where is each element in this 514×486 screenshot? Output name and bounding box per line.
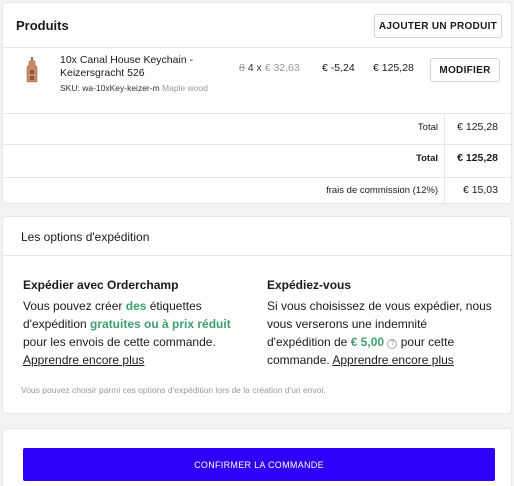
self-shipping-title: Expédiez-vous xyxy=(267,278,352,292)
modify-button[interactable]: MODIFIER xyxy=(430,58,500,82)
subtotal-label: Total xyxy=(417,122,438,133)
highlight-text: des xyxy=(125,299,147,313)
products-heading: Produits xyxy=(16,18,69,33)
divider xyxy=(3,144,511,145)
commission-label: frais de commission (12%) xyxy=(326,185,438,196)
sku-text: SKU: wa-10xKey-keizer-m xyxy=(60,83,160,93)
shipping-heading: Les options d'expédition xyxy=(21,230,150,244)
product-title: 10x Canal House Keychain - Keizersgracht… xyxy=(60,54,194,79)
products-card: Produits AJOUTER UN PRODUIT 10x Canal Ho… xyxy=(2,2,512,204)
divider xyxy=(3,177,511,178)
total-label: Total xyxy=(416,153,438,164)
quantity: 4 x xyxy=(247,62,262,74)
divider xyxy=(3,255,511,256)
product-sku: SKU: wa-10xKey-keizer-m Maple wood xyxy=(60,82,210,94)
confirm-card: CONFIRMER LA COMMANDE xyxy=(2,428,512,486)
text-part: Vous pouvez créer xyxy=(23,299,126,313)
add-product-button[interactable]: AJOUTER UN PRODUIT xyxy=(374,14,502,38)
keychain-thumbnail-icon xyxy=(26,57,38,83)
total-value: € 125,28 xyxy=(457,152,498,164)
divider xyxy=(3,47,511,48)
learn-more-link-self[interactable]: Apprendre encore plus xyxy=(332,353,453,367)
self-shipping-text: Si vous choisissez de vous expédier, nou… xyxy=(267,297,492,369)
old-quantity: 8 xyxy=(239,62,245,74)
orderchamp-shipping-title: Expédier avec Orderchamp xyxy=(23,278,179,292)
subtotal-value: € 125,28 xyxy=(457,121,498,133)
variant-text: Maple wood xyxy=(162,83,208,93)
allowance-amount: € 5,00 xyxy=(350,335,385,349)
unit-price: € 32,63 xyxy=(264,62,300,74)
shipping-note: Vous pouvez choisir parmi ces options d'… xyxy=(21,385,326,395)
learn-more-link-orderchamp[interactable]: Apprendre encore plus xyxy=(23,353,144,367)
confirm-order-button[interactable]: CONFIRMER LA COMMANDE xyxy=(23,448,495,481)
divider xyxy=(3,113,511,114)
commission-value: € 15,03 xyxy=(462,184,498,196)
quantity-cell: 8 4 x € 32,63 xyxy=(239,62,300,74)
shipping-options-card: Les options d'expédition Expédier avec O… xyxy=(2,216,512,414)
info-icon[interactable]: ? xyxy=(387,339,398,349)
highlight-text: gratuites ou à prix réduit xyxy=(90,317,231,331)
orderchamp-shipping-text: Vous pouvez créer des étiquettes d'expéd… xyxy=(23,297,255,369)
line-total: € 125,28 xyxy=(373,62,414,74)
text-part: pour les envois de cette commande. xyxy=(23,335,216,349)
column-divider xyxy=(444,114,445,203)
discount-value: € -5,24 xyxy=(322,62,355,74)
